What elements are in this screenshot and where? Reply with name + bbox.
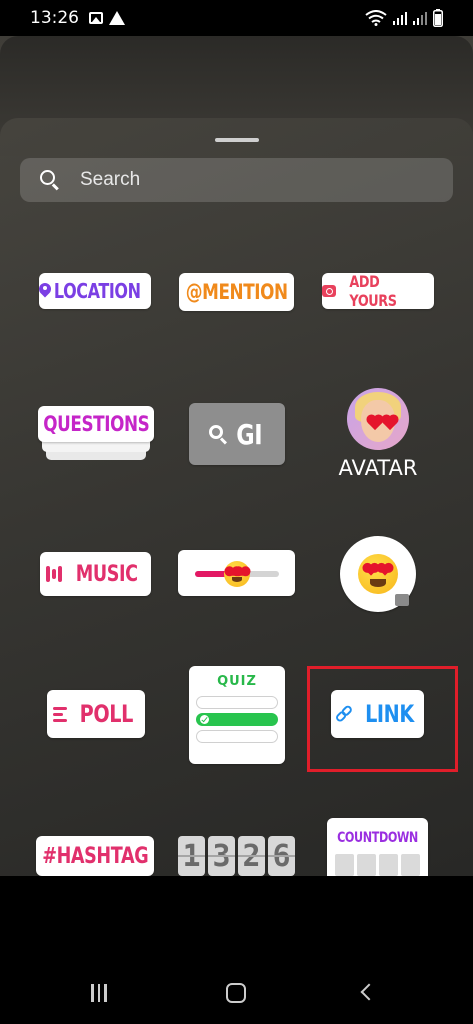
time-sticker[interactable]: 1 3 2 6 [178,836,295,876]
navigation-bar [0,876,473,1024]
location-label: LOCATION [53,279,141,303]
quiz-option-correct [196,713,278,726]
avatar-sticker[interactable] [347,388,409,450]
check-icon [200,715,209,724]
quiz-title: QUIZ [217,674,257,689]
emoji-slider-sticker[interactable] [178,550,295,596]
search-bar[interactable] [20,158,453,202]
add-yours-label: ADD YOURS [349,272,397,310]
avatar-label: AVATAR [338,456,418,480]
music-label: MUSIC [75,561,138,587]
wifi-icon [365,10,387,26]
music-bars-icon [45,566,62,582]
gif-search-icon [208,425,227,445]
countdown-sticker[interactable]: COUNTDOWN [327,818,428,876]
hashtag-sticker[interactable]: #HASHTAG [36,836,154,876]
sticker-tray: LOCATION @MENTION ADD YOURS QUESTIONS GI… [0,118,473,876]
recents-icon[interactable] [91,984,107,1002]
clock-digit: 3 [208,836,235,876]
clock-digit: 6 [268,836,295,876]
gif-label: GI [236,417,262,451]
hashtag-label: #HASHTAG [42,843,149,869]
poll-sticker[interactable]: POLL [47,690,145,738]
status-bar: 13:26 [0,0,473,36]
camera-icon [322,285,336,297]
signal-icon [413,12,427,25]
home-icon[interactable] [226,983,246,1003]
questions-sticker[interactable]: QUESTIONS [38,406,154,442]
gif-sticker[interactable]: GI [189,403,285,465]
battery-icon [433,9,443,27]
heart-eyes-emoji-icon [224,561,250,587]
questions-label: QUESTIONS [42,412,150,436]
add-yours-sticker[interactable]: ADD YOURS [322,272,434,310]
countdown-boxes [335,854,420,876]
clock-digit: 2 [238,836,265,876]
poll-label: POLL [79,700,133,728]
countdown-label: COUNTDOWN [337,830,418,846]
status-right-icons [365,9,443,27]
mention-sticker[interactable]: @MENTION [179,273,294,311]
link-highlight-box [307,666,458,772]
clock-digit: 1 [178,836,205,876]
heart-eyes-emoji-icon [358,554,398,594]
quiz-sticker[interactable]: QUIZ [189,666,285,764]
quiz-option [196,730,278,743]
search-icon [40,170,60,191]
search-input[interactable] [80,169,380,191]
signal-icon [393,12,407,25]
music-sticker[interactable]: MUSIC [40,552,151,596]
reaction-corner-icon [395,594,409,606]
image-icon [89,12,103,24]
back-icon[interactable] [360,983,378,1001]
warning-icon [109,11,125,25]
status-left-icons [89,11,125,25]
quiz-option [196,696,278,709]
drag-handle[interactable] [215,138,259,142]
poll-icon [52,706,67,722]
status-time: 13:26 [30,8,79,28]
location-sticker[interactable]: LOCATION [39,273,151,309]
mention-label: @MENTION [185,280,288,304]
